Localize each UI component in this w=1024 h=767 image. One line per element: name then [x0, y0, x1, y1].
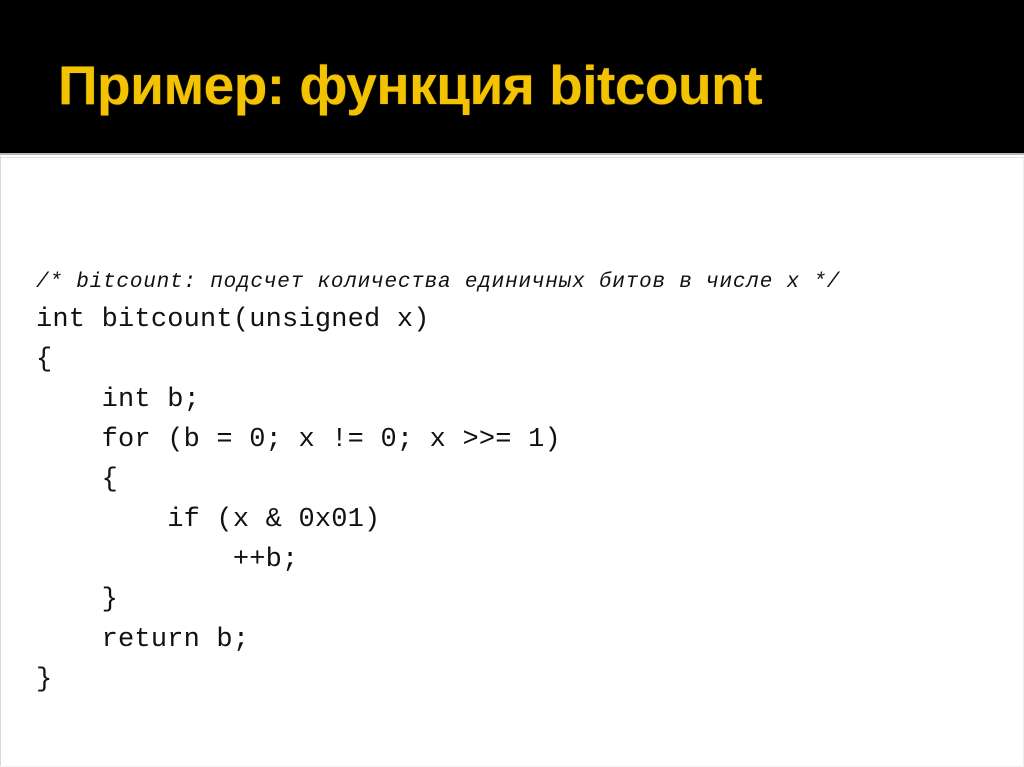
code-line-for-open: { — [36, 465, 119, 495]
code-line-for-loop: for (b = 0; x != 0; x >>= 1) — [36, 425, 561, 455]
header-divider-rule-secondary — [0, 157, 1024, 158]
code-line-close-brace: } — [36, 665, 53, 695]
code-line-if-test: if (x & 0x01) — [36, 505, 381, 535]
header-divider-rule — [0, 153, 1024, 155]
code-line-signature: int bitcount(unsigned x) — [36, 305, 430, 335]
code-line-open-brace: { — [36, 345, 53, 375]
code-listing: /* bitcount: подсчет количества единичны… — [36, 266, 996, 700]
slide-border-left — [0, 156, 1, 767]
code-line-decl-b: int b; — [36, 385, 201, 415]
code-line-return-b: return b; — [36, 625, 250, 655]
code-line-for-close: } — [36, 585, 119, 615]
slide-title: Пример: функция bitcount — [58, 54, 763, 116]
slide: Пример: функция bitcount /* bitcount: по… — [0, 0, 1024, 767]
code-line-increment: ++b; — [36, 545, 299, 575]
code-line-comment: /* bitcount: подсчет количества единичны… — [36, 271, 841, 294]
